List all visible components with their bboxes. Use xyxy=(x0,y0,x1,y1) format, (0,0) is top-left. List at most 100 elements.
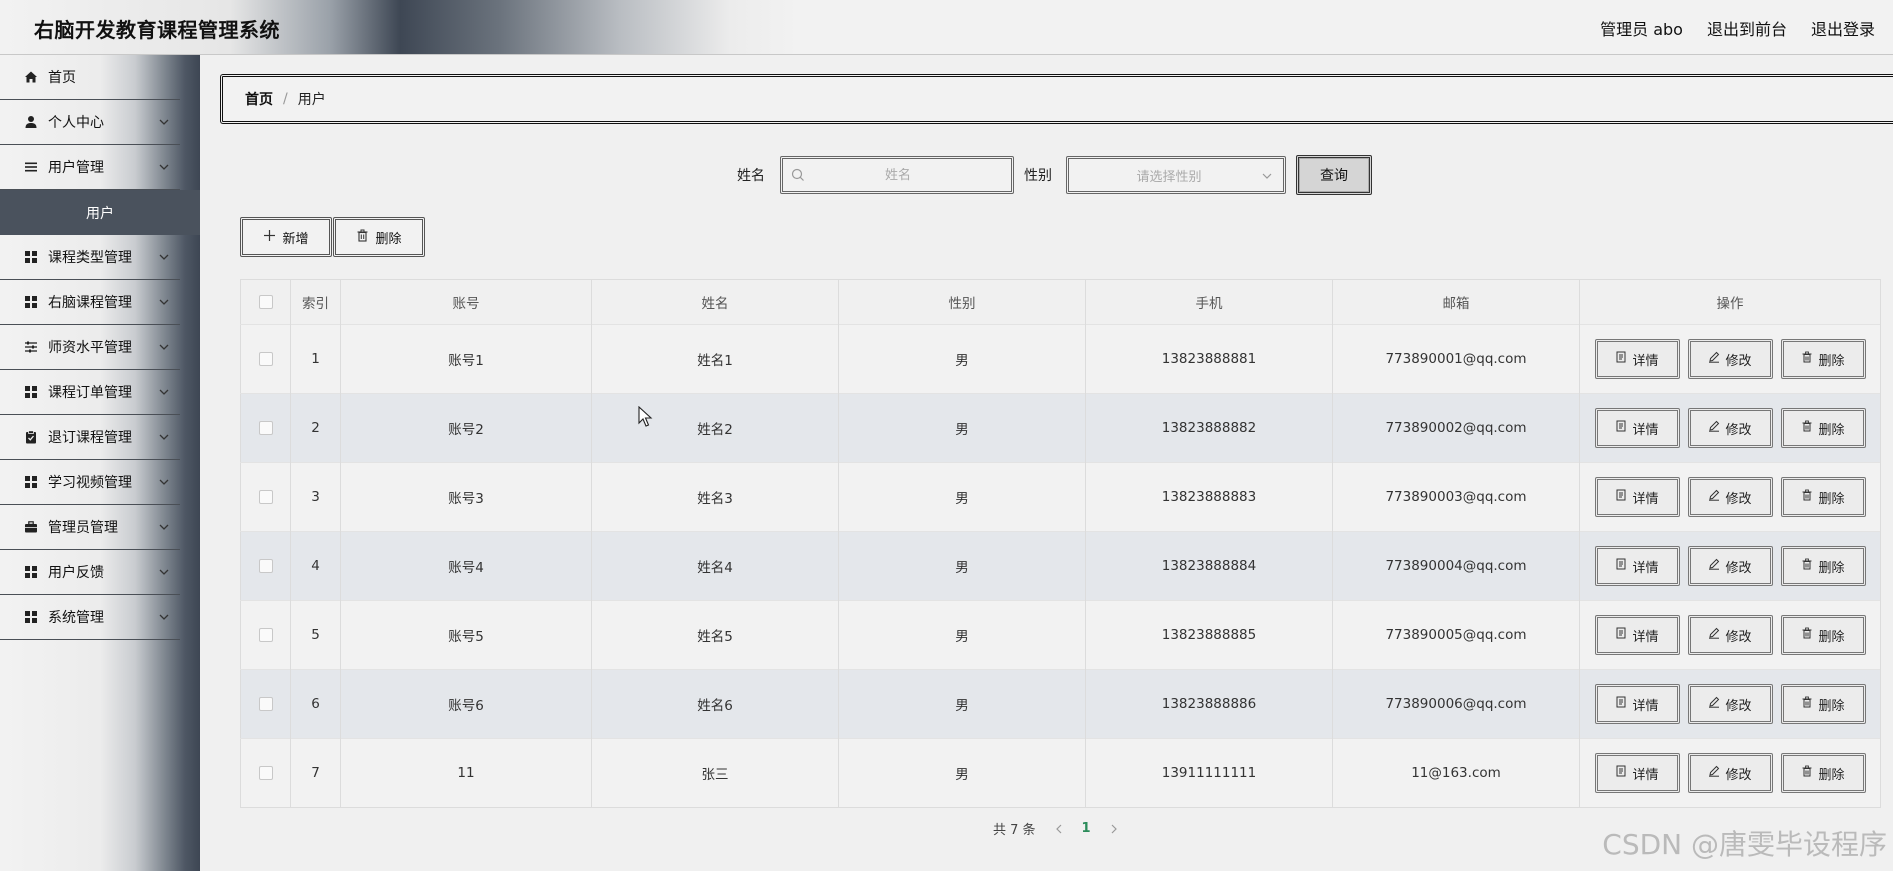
admin-user-label[interactable]: 管理员 abo xyxy=(1600,16,1683,40)
page-number-current[interactable]: 1 xyxy=(1082,821,1091,836)
sidebar-item[interactable]: 用户反馈 xyxy=(0,550,180,595)
sidebar-item[interactable]: 退订课程管理 xyxy=(0,415,180,460)
cell-index: 3 xyxy=(290,462,341,532)
edit-button[interactable]: 修改 xyxy=(1687,339,1773,379)
batch-delete-button[interactable]: 删除 xyxy=(333,217,425,257)
sidebar-item[interactable]: 管理员管理 xyxy=(0,505,180,550)
sidebar-item[interactable]: 用户管理 xyxy=(0,145,180,190)
row-checkbox[interactable] xyxy=(258,766,273,780)
row-checkbox[interactable] xyxy=(258,697,273,711)
edit-button[interactable]: 修改 xyxy=(1687,477,1773,517)
detail-button[interactable]: 详情 xyxy=(1594,339,1680,379)
cell-account: 账号5 xyxy=(340,600,592,670)
edit-label: 修改 xyxy=(1725,422,1752,438)
cell-gender: 男 xyxy=(838,462,1086,532)
chevron-down-icon xyxy=(158,611,170,623)
cell-index: 4 xyxy=(290,531,341,601)
cell-gender: 男 xyxy=(838,324,1086,394)
edit-label: 修改 xyxy=(1725,767,1752,783)
name-field[interactable] xyxy=(805,167,1011,183)
edit-button[interactable]: 修改 xyxy=(1687,546,1773,586)
row-checkbox[interactable] xyxy=(258,559,273,573)
sidebar-item[interactable]: 右脑课程管理 xyxy=(0,280,180,325)
edit-icon xyxy=(1708,765,1720,781)
delete-button[interactable]: 删除 xyxy=(1780,615,1866,655)
sidebar-subitem-users[interactable]: 用户 xyxy=(0,190,200,235)
query-button[interactable]: 查询 xyxy=(1296,155,1372,195)
table-row: 1 账号1 姓名1 男 13823888881 773890001@qq.com 详情 修改 删… xyxy=(240,324,1881,394)
grid-icon xyxy=(24,250,38,264)
edit-button[interactable]: 修改 xyxy=(1687,753,1773,793)
sidebar-item[interactable]: 课程类型管理 xyxy=(0,235,180,280)
row-checkbox[interactable] xyxy=(258,490,273,504)
detail-button[interactable]: 详情 xyxy=(1594,477,1680,517)
name-search-input[interactable] xyxy=(780,156,1014,194)
delete-label: 删除 xyxy=(1818,491,1845,507)
gender-select[interactable]: 请选择性别 xyxy=(1066,156,1286,194)
cell-email: 773890006@qq.com xyxy=(1332,669,1580,739)
delete-button[interactable]: 删除 xyxy=(1780,753,1866,793)
add-button[interactable]: 新增 xyxy=(240,217,332,257)
sidebar-item-label: 学习视频管理 xyxy=(48,475,132,491)
prev-page-icon[interactable] xyxy=(1054,824,1064,834)
delete-button[interactable]: 删除 xyxy=(1780,684,1866,724)
detail-button[interactable]: 详情 xyxy=(1594,615,1680,655)
sidebar-item[interactable]: 课程订单管理 xyxy=(0,370,180,415)
sidebar-item[interactable]: 首页 xyxy=(0,55,180,100)
sidebar-subitem-label: 用户 xyxy=(86,205,114,222)
sidebar-item[interactable]: 学习视频管理 xyxy=(0,460,180,505)
cell-name: 姓名1 xyxy=(591,324,839,394)
cell-name: 张三 xyxy=(591,738,839,808)
breadcrumb: 首页 / 用户 xyxy=(220,74,1893,124)
table-header-row: 索引 账号 姓名 性别 手机 邮箱 操作 xyxy=(240,279,1881,325)
table-row: 2 账号2 姓名2 男 13823888882 773890002@qq.com 详情 修改 删… xyxy=(240,393,1881,463)
sidebar-item[interactable]: 师资水平管理 xyxy=(0,325,180,370)
sidebar-item[interactable]: 系统管理 xyxy=(0,595,180,640)
cell-account: 账号4 xyxy=(340,531,592,601)
chevron-down-icon xyxy=(158,296,170,308)
delete-label: 删除 xyxy=(1818,353,1845,369)
cell-account: 账号6 xyxy=(340,669,592,739)
cell-phone: 13823888882 xyxy=(1085,393,1333,463)
column-header: 性别 xyxy=(838,279,1086,325)
breadcrumb-current: 用户 xyxy=(297,92,326,108)
chevron-down-icon xyxy=(158,476,170,488)
next-page-icon[interactable] xyxy=(1109,824,1119,834)
edit-label: 修改 xyxy=(1725,491,1752,507)
cell-account: 账号3 xyxy=(340,462,592,532)
detail-button[interactable]: 详情 xyxy=(1594,684,1680,724)
cell-operations: 详情 修改 删除 xyxy=(1579,393,1881,463)
chevron-down-icon xyxy=(158,431,170,443)
sidebar-item[interactable]: 个人中心 xyxy=(0,100,180,145)
exit-to-front-link[interactable]: 退出到前台 xyxy=(1707,16,1787,40)
edit-button[interactable]: 修改 xyxy=(1687,615,1773,655)
sidebar-item-label: 系统管理 xyxy=(48,610,104,626)
edit-icon xyxy=(1708,351,1720,367)
table-row: 4 账号4 姓名4 男 13823888884 773890004@qq.com 详情 修改 删… xyxy=(240,531,1881,601)
add-button-label: 新增 xyxy=(282,231,309,247)
row-checkbox[interactable] xyxy=(258,421,273,435)
delete-label: 删除 xyxy=(1818,422,1845,438)
breadcrumb-home[interactable]: 首页 xyxy=(245,89,273,109)
edit-button[interactable]: 修改 xyxy=(1687,684,1773,724)
cell-operations: 详情 修改 删除 xyxy=(1579,600,1881,670)
delete-button[interactable]: 删除 xyxy=(1780,477,1866,517)
detail-button[interactable]: 详情 xyxy=(1594,408,1680,448)
select-all-checkbox[interactable] xyxy=(258,295,273,309)
edit-button[interactable]: 修改 xyxy=(1687,408,1773,448)
detail-button[interactable]: 详情 xyxy=(1594,753,1680,793)
grid-icon xyxy=(24,295,38,309)
logout-link[interactable]: 退出登录 xyxy=(1811,16,1875,40)
delete-button[interactable]: 删除 xyxy=(1780,408,1866,448)
gender-select-placeholder: 请选择性别 xyxy=(1136,169,1202,185)
row-checkbox[interactable] xyxy=(258,628,273,642)
trash-icon xyxy=(1801,489,1813,505)
trash-icon xyxy=(1801,765,1813,781)
delete-button[interactable]: 删除 xyxy=(1780,546,1866,586)
row-select-cell xyxy=(240,669,291,739)
delete-button[interactable]: 删除 xyxy=(1780,339,1866,379)
detail-button[interactable]: 详情 xyxy=(1594,546,1680,586)
cell-index: 5 xyxy=(290,600,341,670)
cell-email: 773890002@qq.com xyxy=(1332,393,1580,463)
row-checkbox[interactable] xyxy=(258,352,273,366)
